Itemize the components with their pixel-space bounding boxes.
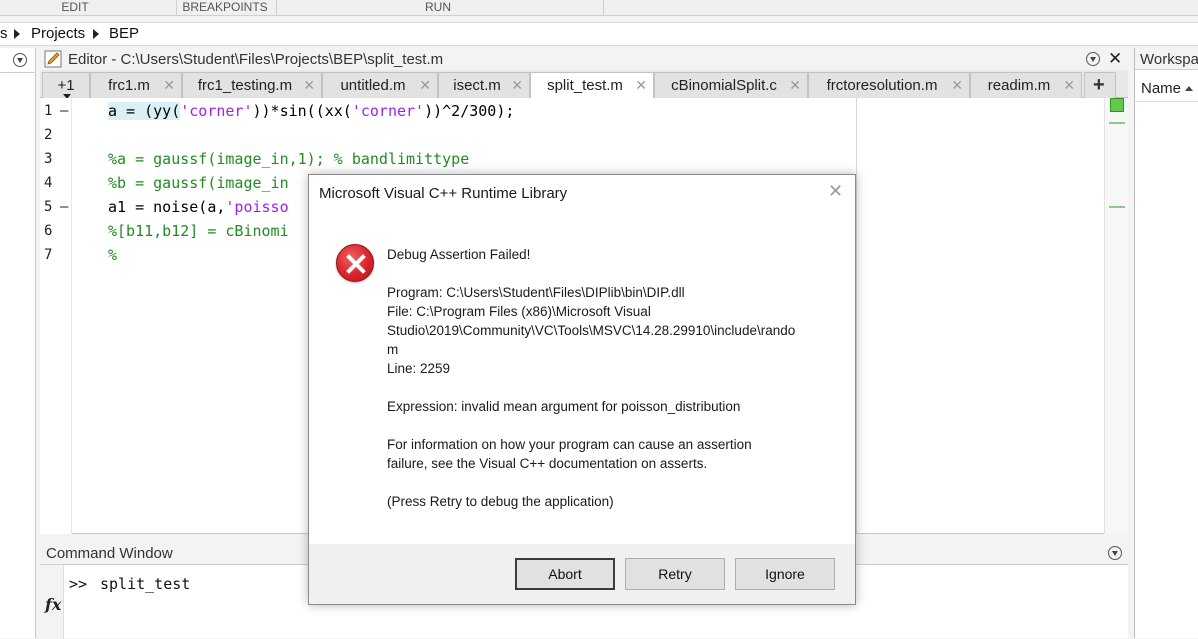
line-number: 2 bbox=[44, 127, 53, 143]
dialog-info-line-2: failure, see the Visual C++ documentatio… bbox=[387, 456, 708, 471]
line-number: 4 bbox=[44, 175, 53, 191]
abort-button[interactable]: Abort bbox=[515, 558, 615, 590]
breadcrumb-prefix[interactable]: s bbox=[0, 25, 8, 42]
command-window-title: Command Window bbox=[46, 545, 173, 562]
code-line-1: a = (yy('corner'))*sin((xx('corner'))^2/… bbox=[108, 102, 515, 120]
dialog-file-line-3: m bbox=[387, 342, 399, 357]
address-bar[interactable]: s Projects BEP bbox=[0, 22, 1198, 46]
tab-split-test[interactable]: split_test.m ✕ bbox=[530, 72, 654, 99]
code-line-6: %[b11,b12] = cBinomi bbox=[108, 222, 289, 240]
tab-isect[interactable]: isect.m ✕ bbox=[438, 72, 530, 98]
function-browser-strip: fx bbox=[40, 565, 64, 639]
tab-close-icon[interactable]: ✕ bbox=[1063, 77, 1075, 94]
workspace-column-header[interactable]: Name bbox=[1135, 76, 1198, 102]
tab-untitled[interactable]: untitled.m ✕ bbox=[322, 72, 438, 98]
dialog-heading: Debug Assertion Failed! bbox=[387, 247, 531, 262]
assertion-dialog: Microsoft Visual C++ Runtime Library ✕ D… bbox=[308, 174, 856, 605]
editor-menu-icon[interactable] bbox=[1086, 52, 1100, 66]
workspace-title: Workspa bbox=[1140, 51, 1198, 68]
dialog-file-line-2: Studio\2019\Community\VC\Tools\MSVC\14.2… bbox=[387, 323, 796, 338]
workspace-panel: Workspa Name bbox=[1134, 48, 1198, 638]
current-folder-panel bbox=[0, 48, 36, 638]
tab-close-icon[interactable]: ✕ bbox=[163, 77, 175, 94]
code-line-5: a1 = noise(a,'poisso bbox=[108, 198, 289, 216]
tab-label: frctoresolution.m bbox=[826, 77, 938, 94]
dialog-program: Program: C:\Users\Student\Files\DIPlib\b… bbox=[387, 285, 685, 300]
tab-overflow-button[interactable]: +1 bbox=[42, 72, 90, 99]
tab-frc1-testing[interactable]: frc1_testing.m ✕ bbox=[182, 72, 322, 98]
tab-label: cBinomialSplit.c bbox=[671, 77, 777, 94]
toolstrip-section-run[interactable]: RUN bbox=[400, 0, 476, 16]
tab-frc1[interactable]: frc1.m ✕ bbox=[90, 72, 182, 98]
dialog-hint: (Press Retry to debug the application) bbox=[387, 494, 614, 509]
toolstrip-section-breakpoints[interactable]: BREAKPOINTS bbox=[180, 0, 270, 16]
tab-cbinomialsplit[interactable]: cBinomialSplit.c ✕ bbox=[654, 72, 808, 98]
dialog-line-number: Line: 2259 bbox=[387, 361, 451, 376]
line-number: 1 bbox=[44, 103, 53, 119]
tab-label: frc1_testing.m bbox=[197, 77, 293, 94]
ignore-button[interactable]: Ignore bbox=[735, 558, 835, 590]
code-line-3: %a = gaussf(image_in,1); % bandlimittype bbox=[108, 150, 470, 168]
breakpoint-dash[interactable]: – bbox=[60, 199, 68, 215]
toolstrip-section-edit[interactable]: EDIT bbox=[30, 0, 120, 16]
editor-close-icon[interactable]: ✕ bbox=[1108, 49, 1122, 69]
command-prompt: >> bbox=[69, 575, 88, 593]
analyzer-marker[interactable] bbox=[1109, 122, 1125, 124]
dialog-expression: Expression: invalid mean argument for po… bbox=[387, 399, 741, 414]
editor-titlebar: Editor - C:\Users\Student\Files\Projects… bbox=[40, 48, 1128, 70]
editor-pencil-icon bbox=[44, 50, 62, 68]
right-margin-line bbox=[856, 98, 857, 534]
tab-close-icon[interactable]: ✕ bbox=[303, 77, 315, 94]
retry-button[interactable]: Retry bbox=[625, 558, 725, 590]
fx-icon[interactable]: fx bbox=[45, 595, 61, 614]
line-number-gutter: 1 – 2 3 4 5 – 6 7 bbox=[40, 98, 72, 534]
toolstrip-divider bbox=[276, 0, 277, 16]
analyzer-marker[interactable] bbox=[1109, 206, 1125, 208]
error-icon bbox=[336, 244, 374, 282]
toolstrip-divider bbox=[603, 0, 604, 16]
new-tab-button[interactable]: + bbox=[1084, 72, 1116, 98]
breadcrumb-arrow-icon bbox=[93, 29, 99, 39]
tab-close-icon[interactable]: ✕ bbox=[635, 77, 647, 94]
code-line-4: %b = gaussf(image_in bbox=[108, 174, 289, 192]
tab-close-icon[interactable]: ✕ bbox=[789, 77, 801, 94]
breadcrumb-projects[interactable]: Projects bbox=[31, 25, 85, 42]
analyzer-status-indicator[interactable] bbox=[1110, 98, 1124, 112]
panel-divider bbox=[0, 72, 36, 73]
dialog-info-line-1: For information on how your program can … bbox=[387, 437, 752, 452]
workspace-titlebar: Workspa bbox=[1135, 48, 1198, 70]
tab-close-icon[interactable]: ✕ bbox=[951, 77, 963, 94]
tab-close-icon[interactable]: ✕ bbox=[419, 77, 431, 94]
sort-ascending-icon bbox=[1185, 86, 1193, 91]
command-window-menu-icon[interactable] bbox=[1108, 546, 1122, 560]
breakpoint-dash[interactable]: – bbox=[60, 103, 68, 119]
breadcrumb-bep[interactable]: BEP bbox=[109, 25, 139, 42]
code-analyzer-strip[interactable] bbox=[1104, 98, 1128, 534]
dialog-button-bar: Abort Retry Ignore bbox=[309, 544, 855, 604]
plus-icon: + bbox=[1093, 74, 1105, 96]
dialog-file-line-1: File: C:\Program Files (x86)\Microsoft V… bbox=[387, 304, 651, 319]
editor-title: Editor - C:\Users\Student\Files\Projects… bbox=[68, 51, 444, 68]
dialog-close-icon[interactable]: ✕ bbox=[828, 181, 843, 202]
tab-close-icon[interactable]: ✕ bbox=[511, 77, 523, 94]
workspace-name-column[interactable]: Name bbox=[1141, 80, 1181, 97]
breadcrumb-arrow-icon bbox=[14, 29, 20, 39]
code-line-7: % bbox=[108, 246, 118, 264]
tab-readim[interactable]: readim.m ✕ bbox=[970, 72, 1082, 98]
line-number: 7 bbox=[44, 247, 53, 263]
tab-frctoresolution[interactable]: frctoresolution.m ✕ bbox=[808, 72, 970, 98]
line-number: 6 bbox=[44, 223, 53, 239]
panel-menu-icon[interactable] bbox=[13, 53, 27, 67]
line-number: 5 bbox=[44, 199, 53, 215]
command-text[interactable]: split_test bbox=[100, 575, 190, 593]
editor-tab-bar: +1 frc1.m ✕ frc1_testing.m ✕ untitled.m … bbox=[40, 70, 1128, 99]
toolstrip-divider bbox=[176, 0, 177, 16]
line-number: 3 bbox=[44, 151, 53, 167]
toolstrip: EDIT BREAKPOINTS RUN bbox=[0, 0, 1198, 16]
dialog-title: Microsoft Visual C++ Runtime Library bbox=[319, 185, 568, 202]
